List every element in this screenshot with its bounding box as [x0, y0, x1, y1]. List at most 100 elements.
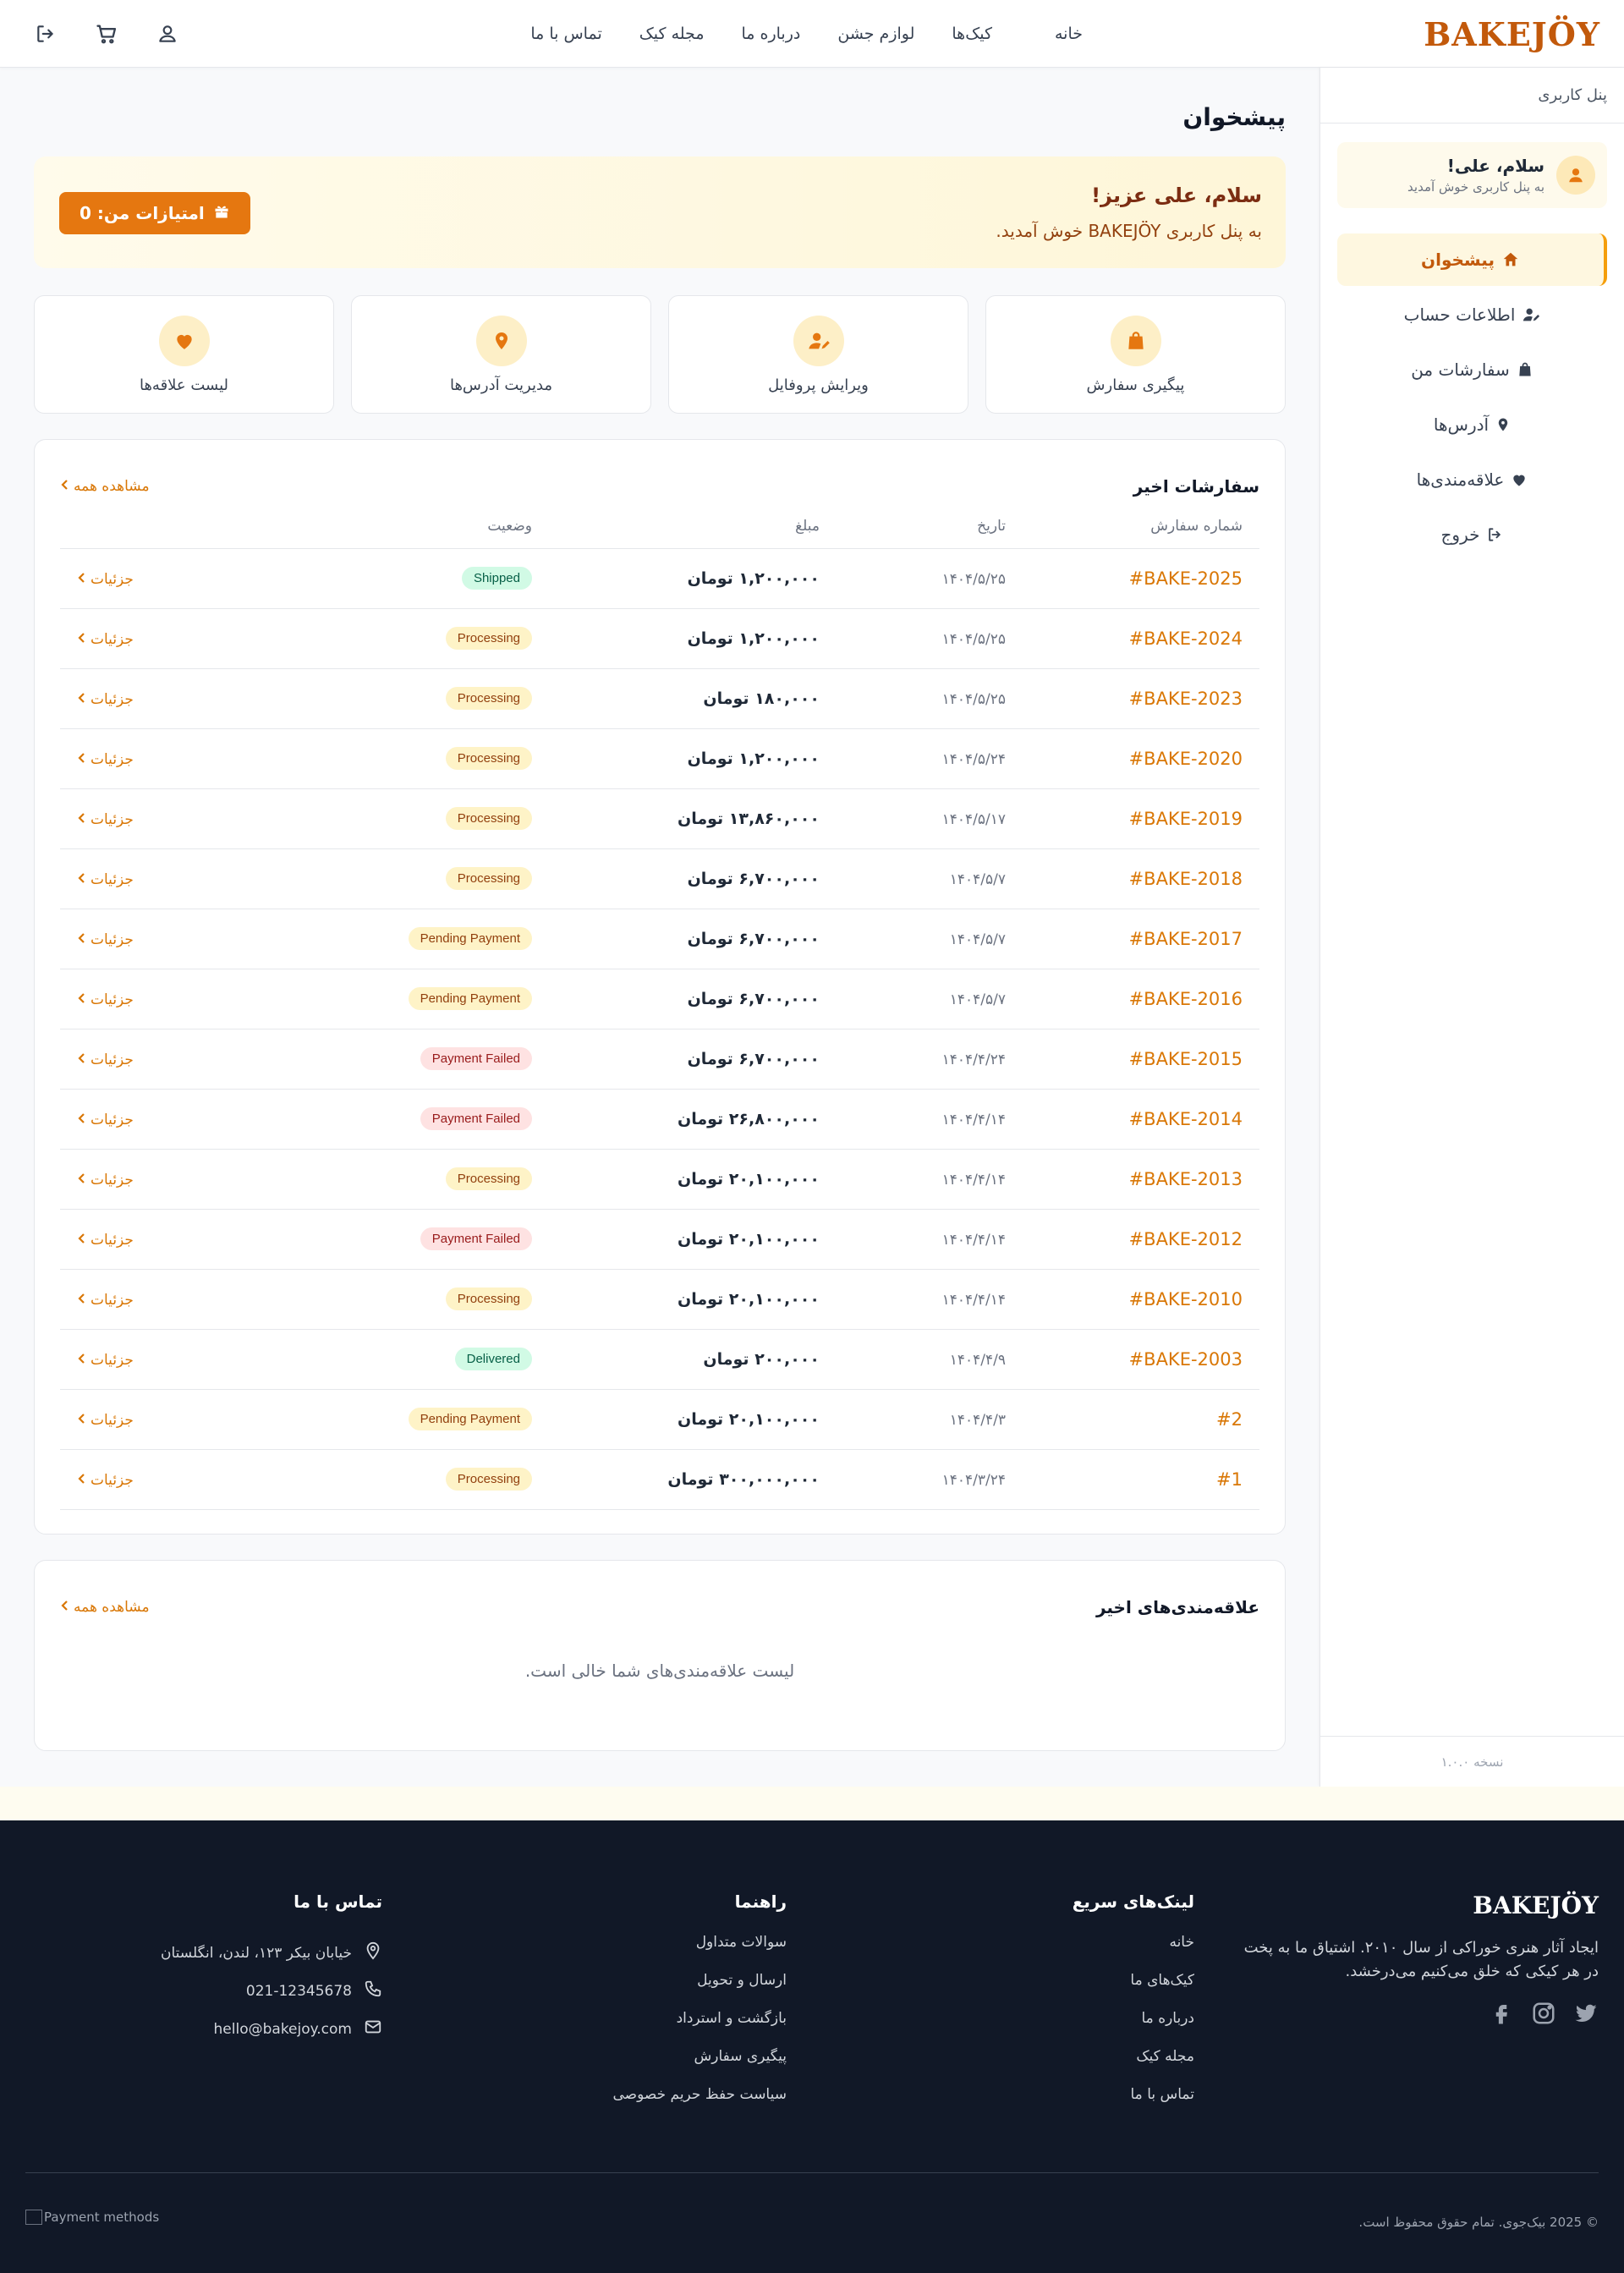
order-details-link[interactable]: جزئیات: [77, 811, 134, 828]
order-details-link[interactable]: جزئیات: [77, 1051, 134, 1068]
recent-orders-title: سفارشات اخیر: [1133, 476, 1259, 497]
quick-link-edit-profile[interactable]: ویرایش پروفایل: [668, 295, 968, 414]
footer-link-returns[interactable]: بازگشت و استرداد: [612, 2010, 787, 2048]
footer-link-magazine[interactable]: مجله کیک: [1073, 2048, 1194, 2086]
sidebar-item-account-info[interactable]: اطلاعات حساب: [1337, 288, 1607, 341]
order-id[interactable]: #BAKE-2014: [1006, 1109, 1243, 1129]
quick-link-wishlist[interactable]: لیست علاقه‌ها: [34, 295, 334, 414]
order-amount: ۶,۷۰۰,۰۰۰ تومان: [687, 989, 820, 1008]
order-id[interactable]: #BAKE-2003: [1006, 1349, 1243, 1370]
chevron-left-icon: [77, 991, 87, 1008]
order-status-cell: Processing: [236, 608, 532, 669]
table-row: #BAKE-2019 ۱۴۰۴/۵/۱۷ ۱۳,۸۶۰,۰۰۰ تومان Proce…: [60, 788, 1259, 849]
nav-about[interactable]: درباره ما: [723, 25, 820, 43]
status-badge: Pending Payment: [408, 1408, 532, 1430]
order-details-link[interactable]: جزئیات: [77, 751, 134, 768]
order-id-cell: #BAKE-2013: [1006, 1149, 1259, 1210]
nav-magazine[interactable]: مجله کیک: [621, 25, 723, 43]
order-id[interactable]: #BAKE-2018: [1006, 869, 1243, 889]
details-label: جزئیات: [91, 1351, 134, 1369]
order-id[interactable]: #BAKE-2024: [1006, 629, 1243, 649]
order-details-link[interactable]: جزئیات: [77, 1292, 134, 1309]
order-id-cell: #BAKE-2015: [1006, 1029, 1259, 1090]
order-id[interactable]: #BAKE-2016: [1006, 989, 1243, 1009]
order-id[interactable]: #BAKE-2012: [1006, 1229, 1243, 1249]
order-details-link[interactable]: جزئیات: [77, 1172, 134, 1189]
chevron-left-icon: [77, 1112, 87, 1128]
order-details-link[interactable]: جزئیات: [77, 691, 134, 708]
order-amount: ۲۰,۱۰۰,۰۰۰ تومان: [678, 1409, 820, 1429]
nav-cakes[interactable]: کیک‌ها: [933, 25, 1011, 43]
payment-methods-alt: Payment methods: [44, 2210, 160, 2225]
sidebar-item-orders[interactable]: سفارشات من: [1337, 343, 1607, 396]
footer-link-home[interactable]: خانه: [1073, 1934, 1194, 1972]
order-amount-cell: ۲۰,۱۰۰,۰۰۰ تومان: [532, 1149, 820, 1210]
order-id[interactable]: #1: [1006, 1469, 1243, 1490]
order-date-cell: ۱۴۰۴/۴/۱۴: [820, 1149, 1006, 1210]
order-id[interactable]: #BAKE-2015: [1006, 1049, 1243, 1069]
orders-view-all-link[interactable]: مشاهده همه: [60, 478, 150, 495]
quick-link-manage-addresses[interactable]: مدیریت آدرس‌ها: [351, 295, 651, 414]
nav-contact[interactable]: تماس با ما: [512, 25, 620, 43]
order-id[interactable]: #BAKE-2010: [1006, 1289, 1243, 1309]
cart-icon[interactable]: [93, 20, 120, 47]
footer-link-faq[interactable]: سوالات متداول: [612, 1934, 787, 1972]
order-details-link[interactable]: جزئیات: [77, 571, 134, 588]
footer-link-cakes[interactable]: کیک‌های ما: [1073, 1972, 1194, 2010]
logout-icon[interactable]: [32, 20, 59, 47]
quick-links: پیگیری سفارش ویرایش پروفایل مدیریت آدرس‌…: [34, 295, 1286, 414]
facebook-icon[interactable]: [1489, 2001, 1514, 2029]
footer-link-track-order[interactable]: پیگیری سفارش: [612, 2048, 787, 2086]
footer-logo[interactable]: BAKEJÖY: [1243, 1891, 1599, 1919]
heart-icon: [1511, 471, 1528, 488]
chevron-left-icon: [77, 1472, 87, 1489]
order-id[interactable]: #BAKE-2019: [1006, 809, 1243, 829]
order-details-link[interactable]: جزئیات: [77, 1232, 134, 1249]
order-date: ۱۴۰۴/۵/۲۴: [941, 750, 1006, 768]
footer-link-shipping[interactable]: ارسال و تحویل: [612, 1972, 787, 2010]
sidebar-item-logout[interactable]: خروج: [1337, 508, 1607, 561]
order-details-link[interactable]: جزئیات: [77, 631, 134, 648]
order-id-cell: #BAKE-2003: [1006, 1329, 1259, 1390]
sidebar-item-addresses[interactable]: آدرس‌ها: [1337, 398, 1607, 451]
column-header-amount: مبلغ: [532, 518, 820, 549]
order-details-link[interactable]: جزئیات: [77, 1412, 134, 1429]
table-row: #2 ۱۴۰۴/۴/۳ ۲۰,۱۰۰,۰۰۰ تومان Pending Paymen…: [60, 1389, 1259, 1450]
order-status-cell: Processing: [236, 848, 532, 909]
user-icon[interactable]: [154, 20, 181, 47]
footer-link-contact[interactable]: تماس با ما: [1073, 2086, 1195, 2124]
status-badge: Processing: [445, 807, 532, 830]
contact-phone-text[interactable]: 021-12345678: [246, 1983, 352, 2000]
column-header-order-number: شماره سفارش: [1006, 518, 1259, 549]
contact-email-text[interactable]: hello@bakejoy.com: [214, 2021, 352, 2038]
points-button[interactable]: امتیازات من: 0: [59, 192, 250, 234]
order-details-link[interactable]: جزئیات: [77, 1472, 134, 1489]
order-id[interactable]: #BAKE-2023: [1006, 689, 1243, 709]
nav-party-supplies[interactable]: لوازم جشن: [819, 25, 933, 43]
sidebar-item-dashboard[interactable]: پیشخوان: [1337, 233, 1607, 286]
details-label: جزئیات: [91, 630, 134, 648]
instagram-icon[interactable]: [1531, 2001, 1556, 2029]
order-id[interactable]: #BAKE-2020: [1006, 749, 1243, 769]
order-details-link[interactable]: جزئیات: [77, 931, 134, 948]
twitter-icon[interactable]: [1573, 2001, 1599, 2029]
order-amount-cell: ۱,۲۰۰,۰۰۰ تومان: [532, 728, 820, 789]
order-id[interactable]: #BAKE-2017: [1006, 929, 1243, 949]
order-id[interactable]: #BAKE-2013: [1006, 1169, 1243, 1189]
order-id[interactable]: #2: [1006, 1409, 1243, 1430]
footer-link-about[interactable]: درباره ما: [1073, 2010, 1195, 2048]
column-header-date: تاریخ: [820, 518, 1006, 549]
footer-link-privacy[interactable]: سیاست حفظ حریم خصوصی: [612, 2086, 787, 2124]
order-details-link[interactable]: جزئیات: [77, 1352, 134, 1369]
order-details-link[interactable]: جزئیات: [77, 991, 134, 1008]
copyright: © 2025 بیک‌جوی. تمام حقوق محفوظ است.: [1358, 2215, 1599, 2230]
location-icon: [1495, 415, 1511, 434]
order-details-link[interactable]: جزئیات: [77, 871, 134, 888]
site-logo[interactable]: BAKEJÖY: [1424, 15, 1600, 53]
sidebar-item-favorites[interactable]: علاقه‌مندی‌ها: [1337, 453, 1607, 506]
favorites-view-all-link[interactable]: مشاهده همه: [60, 1599, 150, 1616]
order-details-link[interactable]: جزئیات: [77, 1112, 134, 1128]
quick-link-track-order[interactable]: پیگیری سفارش: [985, 295, 1286, 414]
order-id[interactable]: #BAKE-2025: [1006, 568, 1243, 589]
nav-home[interactable]: خانه: [1036, 25, 1083, 43]
